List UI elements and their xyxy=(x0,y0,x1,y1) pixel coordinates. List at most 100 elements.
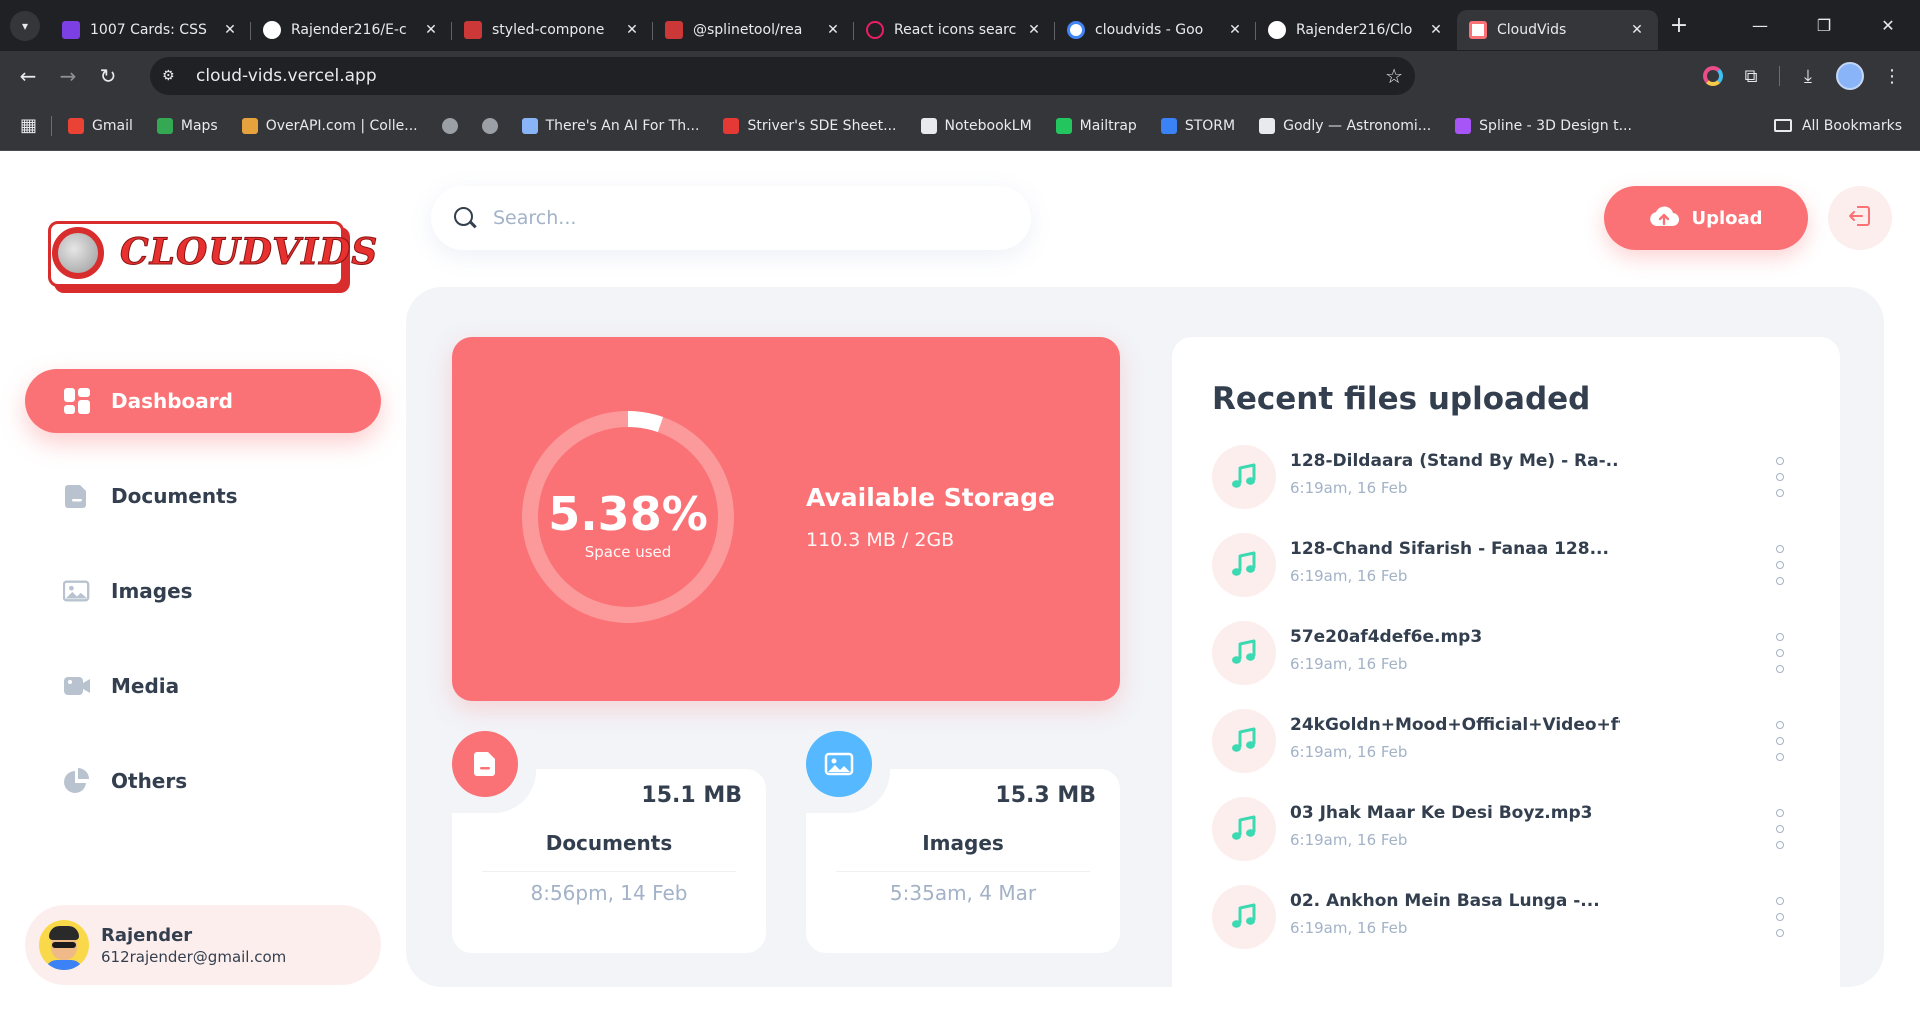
more-options-icon[interactable] xyxy=(1772,809,1788,849)
file-date: 6:19am, 16 Feb xyxy=(1290,479,1408,497)
all-bookmarks[interactable]: All Bookmarks xyxy=(1773,118,1902,134)
cloudvids-logo[interactable]: CLOUDVIDS xyxy=(48,221,378,293)
sidebar-item-images[interactable]: Images xyxy=(25,559,381,623)
more-options-icon[interactable] xyxy=(1772,457,1788,497)
profile-avatar[interactable] xyxy=(1836,62,1864,90)
close-tab-icon[interactable]: ✕ xyxy=(1628,22,1646,38)
summary-date: 8:56pm, 14 Feb xyxy=(530,881,688,905)
sidebar-item-label: Documents xyxy=(111,484,238,508)
extension-icon[interactable] xyxy=(1703,66,1723,86)
upload-button[interactable]: Upload xyxy=(1604,186,1808,250)
more-options-icon[interactable] xyxy=(1772,545,1788,585)
summary-card-documents[interactable]: 15.1 MB Documents 8:56pm, 14 Feb xyxy=(452,731,766,953)
bookmarks-bar: ▦ Gmail Maps OverAPI.com | Colle... There's… xyxy=(0,101,1920,151)
close-tab-icon[interactable]: ✕ xyxy=(1226,22,1244,38)
bookmark-favicon-icon xyxy=(723,117,740,134)
reload-icon[interactable]: ↻ xyxy=(88,56,128,96)
sidebar-item-label: Media xyxy=(111,674,180,698)
bookmark-item[interactable]: STORM xyxy=(1160,117,1236,134)
bookmark-item[interactable]: There's An AI For Th... xyxy=(521,117,699,134)
music-note-icon xyxy=(1212,885,1276,949)
close-window-icon[interactable]: ✕ xyxy=(1856,0,1920,51)
search-bar[interactable] xyxy=(431,186,1031,250)
toolbar-actions: ⧉ ⤓ ⋮ xyxy=(1703,56,1910,96)
restore-icon[interactable]: ❐ xyxy=(1792,0,1856,51)
bookmark-item[interactable]: Striver's SDE Sheet... xyxy=(723,117,897,134)
dashboard-icon xyxy=(63,387,91,415)
recent-file-row[interactable]: 128-Chand Sifarish - Fanaa 128... 6:19am,… xyxy=(1212,533,1812,599)
browser-tab[interactable]: @splinetool/rea ✕ xyxy=(653,10,854,50)
more-options-icon[interactable] xyxy=(1772,897,1788,937)
address-bar[interactable]: ⚙ cloud-vids.vercel.app ☆ xyxy=(150,57,1415,95)
file-name: 24kGoldn+Mood+Official+Video+ft- xyxy=(1290,715,1620,735)
storage-card: 5.38% Space used Available Storage 110.3… xyxy=(452,337,1120,701)
space-used-label: Space used xyxy=(584,543,672,561)
download-icon[interactable]: ⤓ xyxy=(1790,56,1826,96)
user-email: 612rajender@gmail.com xyxy=(101,947,287,966)
bookmark-star-icon[interactable]: ☆ xyxy=(1385,64,1403,88)
file-date: 6:19am, 16 Feb xyxy=(1290,831,1408,849)
logout-button[interactable] xyxy=(1828,186,1892,250)
available-storage-title: Available Storage xyxy=(806,483,1055,512)
close-tab-icon[interactable]: ✕ xyxy=(422,22,440,38)
bookmark-label: NotebookLM xyxy=(944,117,1032,134)
extensions-puzzle-icon[interactable]: ⧉ xyxy=(1733,56,1769,96)
browser-tab[interactable]: UI 1007 Cards: CSS ✕ xyxy=(50,10,251,50)
bookmark-item[interactable]: Maps xyxy=(156,117,218,134)
summary-card-images[interactable]: 15.3 MB Images 5:35am, 4 Mar xyxy=(806,731,1120,953)
close-tab-icon[interactable]: ✕ xyxy=(623,22,641,38)
bookmark-item[interactable]: Spline - 3D Design t... xyxy=(1455,117,1632,134)
bookmark-item[interactable] xyxy=(481,117,506,134)
recent-file-row[interactable]: 24kGoldn+Mood+Official+Video+ft- 6:19am, … xyxy=(1212,709,1812,775)
user-profile-card[interactable]: Rajender 612rajender@gmail.com xyxy=(25,905,381,985)
bookmark-label: OverAPI.com | Colle... xyxy=(265,117,418,134)
bookmark-label: STORM xyxy=(1184,117,1236,134)
browser-tab[interactable]: styled-compone ✕ xyxy=(452,10,653,50)
tab-search-chevron-icon[interactable]: ▾ xyxy=(10,10,40,41)
site-info-icon[interactable]: ⚙ xyxy=(162,68,184,84)
apps-grid-icon[interactable]: ▦ xyxy=(20,115,37,136)
file-name: 02. Ankhon Mein Basa Lunga -... xyxy=(1290,891,1600,911)
bookmark-item[interactable]: Mailtrap xyxy=(1055,117,1137,134)
bookmark-item[interactable]: NotebookLM xyxy=(920,117,1032,134)
sidebar-item-others[interactable]: Others xyxy=(25,749,381,813)
recent-file-row[interactable]: 03 Jhak Maar Ke Desi Boyz.mp3 6:19am, 16 … xyxy=(1212,797,1812,863)
npm-icon xyxy=(464,21,482,39)
more-menu-icon[interactable]: ⋮ xyxy=(1874,56,1910,96)
bookmark-item[interactable]: Godly — Astronomi... xyxy=(1259,117,1431,134)
close-tab-icon[interactable]: ✕ xyxy=(824,22,842,38)
browser-tab[interactable]: Rajender216/E-c ✕ xyxy=(251,10,452,50)
summary-size: 15.3 MB xyxy=(995,783,1096,808)
more-options-icon[interactable] xyxy=(1772,633,1788,673)
sidebar-item-dashboard[interactable]: Dashboard xyxy=(25,369,381,433)
close-tab-icon[interactable]: ✕ xyxy=(1025,22,1043,38)
minimize-icon[interactable]: — xyxy=(1728,0,1792,51)
bookmark-item[interactable]: OverAPI.com | Colle... xyxy=(241,117,418,134)
recent-file-row[interactable]: 02. Ankhon Mein Basa Lunga -... 6:19am, 1… xyxy=(1212,885,1812,951)
back-arrow-icon[interactable]: ← xyxy=(8,56,48,96)
browser-tab[interactable]: Rajender216/Clo ✕ xyxy=(1256,10,1457,50)
close-tab-icon[interactable]: ✕ xyxy=(1427,22,1445,38)
close-tab-icon[interactable]: ✕ xyxy=(221,22,239,38)
address-text[interactable]: cloud-vids.vercel.app xyxy=(196,66,377,86)
recent-file-row[interactable]: 128-Dildaara (Stand By Me) - Ra-... 6:19a… xyxy=(1212,445,1812,511)
recent-file-row[interactable]: 57e20af4def6e.mp3 6:19am, 16 Feb xyxy=(1212,621,1812,687)
more-options-icon[interactable] xyxy=(1772,721,1788,761)
bookmark-item[interactable] xyxy=(441,117,466,134)
sidebar-item-media[interactable]: Media xyxy=(25,654,381,718)
search-input[interactable] xyxy=(493,207,993,229)
browser-tab[interactable]: React icons searc ✕ xyxy=(854,10,1055,50)
music-note-icon xyxy=(1212,797,1276,861)
browser-tab-active[interactable]: CloudVids ✕ xyxy=(1457,10,1658,50)
logo-text: CLOUDVIDS xyxy=(119,231,379,274)
bookmark-item[interactable]: Gmail xyxy=(68,117,133,134)
bookmark-favicon-icon xyxy=(481,117,498,134)
bookmark-favicon-icon xyxy=(156,117,173,134)
sidebar-item-documents[interactable]: Documents xyxy=(25,464,381,528)
folder-icon xyxy=(1773,119,1792,132)
file-date: 6:19am, 16 Feb xyxy=(1290,655,1408,673)
new-tab-icon[interactable]: + xyxy=(1664,13,1694,38)
forward-arrow-icon[interactable]: → xyxy=(48,56,88,96)
browser-tab[interactable]: cloudvids - Goo ✕ xyxy=(1055,10,1256,50)
upload-button-label: Upload xyxy=(1691,207,1763,229)
